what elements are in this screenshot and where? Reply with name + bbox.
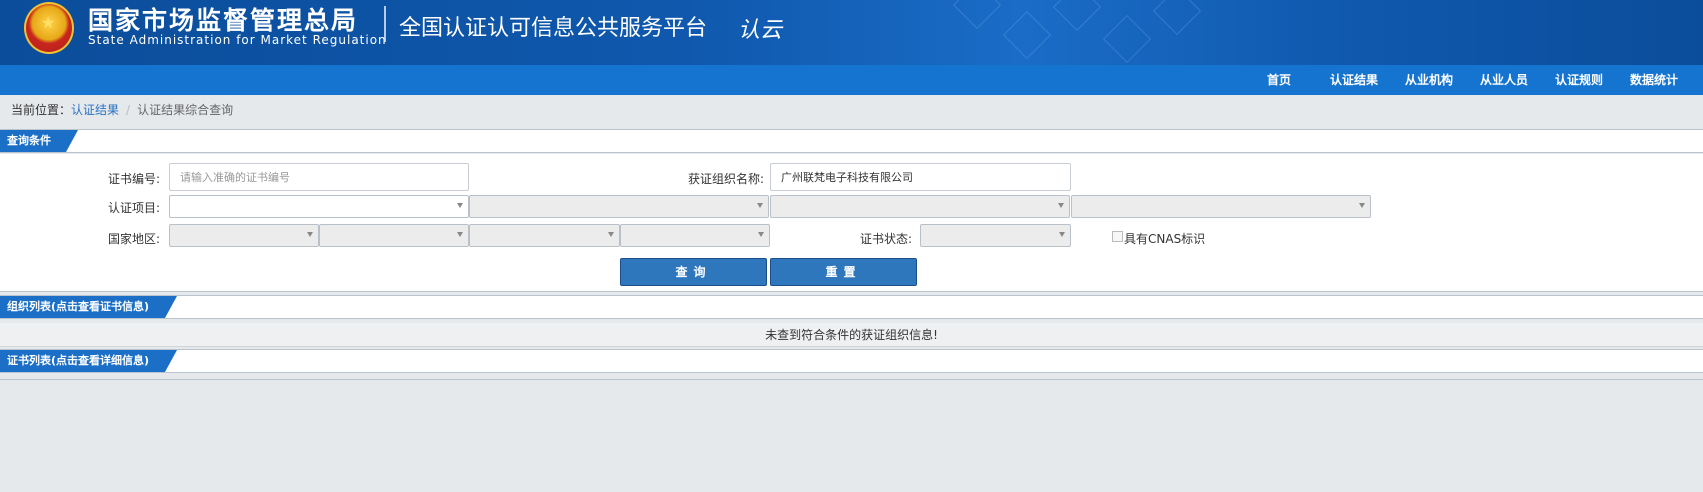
chevron-down-icon [608, 232, 614, 237]
project-select-1[interactable] [169, 195, 469, 218]
project-select-2[interactable] [469, 195, 769, 218]
nav-item-home[interactable]: 首页 [1267, 65, 1291, 95]
chevron-down-icon [1059, 232, 1065, 237]
org-list-title: 组织列表(点击查看证书信息) [0, 296, 177, 318]
query-section-header: 查询条件 [0, 129, 1703, 153]
project-label: 认证项目: [107, 201, 160, 215]
project-select-3[interactable] [770, 195, 1070, 218]
cert-list-section-header: 证书列表(点击查看详细信息) [0, 349, 1703, 373]
region-select-1[interactable] [169, 224, 319, 247]
main-nav: 首页 认证结果 从业机构 从业人员 认证规则 数据统计 [0, 65, 1703, 95]
chevron-down-icon [457, 203, 463, 208]
chevron-down-icon [457, 232, 463, 237]
project-select-4[interactable] [1071, 195, 1371, 218]
decorative-hexagon [1002, 10, 1052, 60]
platform-logo: 认云 [738, 18, 783, 43]
nav-item-rules[interactable]: 认证规则 [1555, 65, 1603, 95]
platform-title: 全国认证认可信息公共服务平台 [399, 16, 708, 41]
national-emblem-icon [24, 2, 74, 54]
org-list-empty-message: 未查到符合条件的获证组织信息! [0, 323, 1703, 347]
decorative-hexagon [1102, 14, 1152, 64]
chevron-down-icon [757, 203, 763, 208]
divider [0, 379, 1703, 380]
query-section-title: 查询条件 [0, 130, 78, 152]
region-select-4[interactable] [620, 224, 770, 247]
nav-item-institutions[interactable]: 从业机构 [1405, 65, 1453, 95]
cert-no-input[interactable] [169, 163, 469, 191]
cnas-checkbox[interactable] [1112, 231, 1123, 242]
nav-item-cert-results[interactable]: 认证结果 [1330, 65, 1378, 95]
search-button[interactable]: 查询 [620, 258, 767, 286]
region-select-3[interactable] [469, 224, 620, 247]
chevron-down-icon [307, 232, 313, 237]
breadcrumb-link[interactable]: 认证结果 [71, 103, 119, 117]
org-list-section-header: 组织列表(点击查看证书信息) [0, 295, 1703, 319]
region-select-2[interactable] [319, 224, 469, 247]
decorative-hexagon [1052, 0, 1102, 32]
org-name-en: State Administration for Market Regulati… [88, 33, 387, 47]
reset-button[interactable]: 重置 [770, 258, 917, 286]
cert-no-label: 证书编号: [107, 172, 160, 186]
header-divider [384, 6, 386, 42]
nav-item-statistics[interactable]: 数据统计 [1630, 65, 1678, 95]
decorative-hexagon [952, 0, 1002, 30]
breadcrumb: 当前位置：认证结果 / 认证结果综合查询 [0, 95, 1703, 129]
chevron-down-icon [758, 232, 764, 237]
region-label: 国家地区: [107, 232, 160, 246]
breadcrumb-separator: / [126, 103, 131, 117]
decorative-hexagon [1152, 0, 1202, 36]
status-select[interactable] [920, 224, 1071, 247]
site-header: 国家市场监督管理总局 State Administration for Mark… [0, 0, 1703, 65]
query-form: 证书编号: 获证组织名称: 认证项目: 国家地区: 证书状态: 具有CNAS标识… [0, 154, 1703, 292]
nav-item-personnel[interactable]: 从业人员 [1480, 65, 1528, 95]
org-name-cn: 国家市场监督管理总局 [88, 6, 359, 35]
cnas-label: 具有CNAS标识 [1124, 232, 1206, 246]
cert-list-title: 证书列表(点击查看详细信息) [0, 350, 177, 372]
status-label: 证书状态: [859, 232, 912, 246]
org-name-label: 获证组织名称: [687, 172, 764, 186]
breadcrumb-prefix: 当前位置： [11, 103, 72, 117]
chevron-down-icon [1359, 203, 1365, 208]
breadcrumb-current: 认证结果综合查询 [137, 103, 234, 117]
chevron-down-icon [1058, 203, 1064, 208]
org-name-input[interactable] [770, 163, 1071, 191]
